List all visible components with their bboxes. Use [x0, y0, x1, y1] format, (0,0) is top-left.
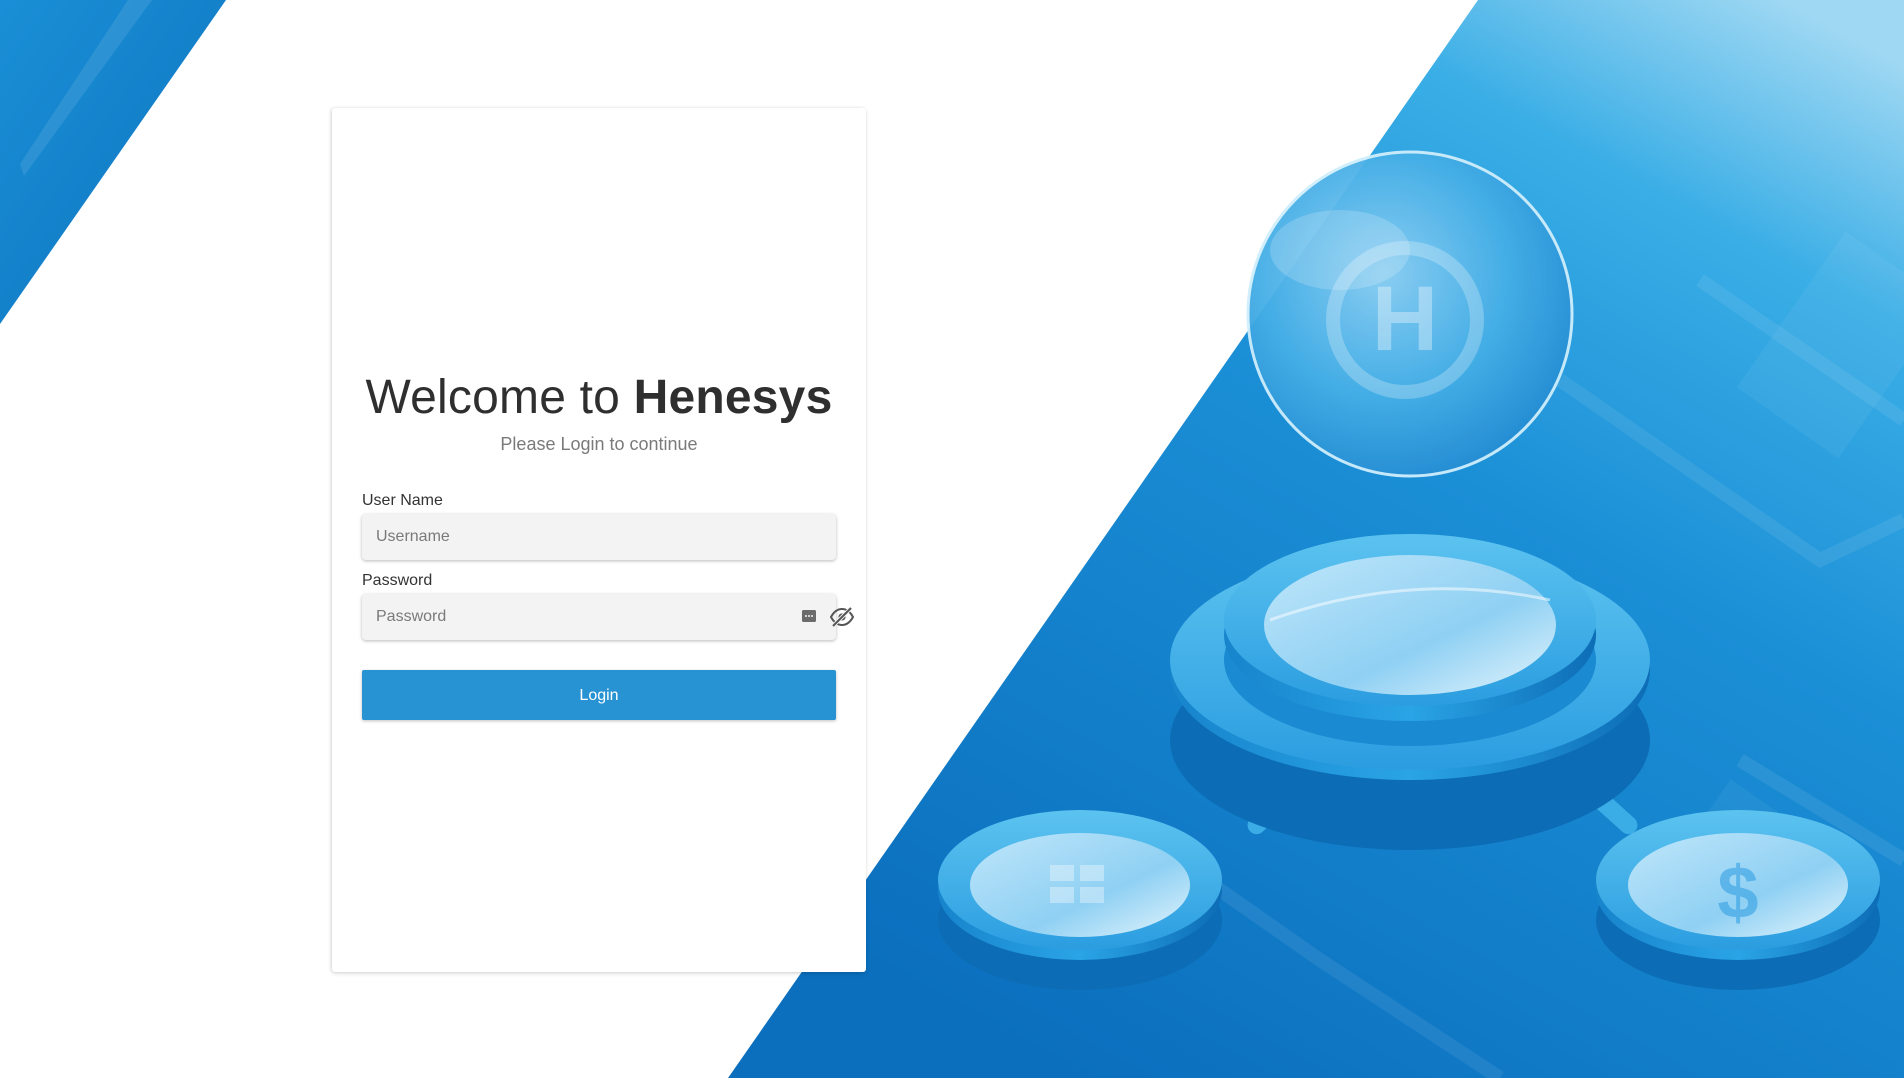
- central-lens: [1170, 534, 1650, 850]
- username-label: User Name: [362, 492, 443, 509]
- welcome-subtitle: Please Login to continue: [500, 434, 698, 454]
- left-lens: [938, 810, 1222, 990]
- username-input[interactable]: [362, 514, 836, 560]
- hero-illustration: H $: [938, 150, 1880, 990]
- password-field-container: [362, 594, 854, 640]
- login-card: Welcome to Henesys Please Login to conti…: [332, 108, 866, 972]
- svg-text:$: $: [1717, 851, 1758, 934]
- password-manager-icon[interactable]: [802, 610, 816, 622]
- welcome-title-brand: Henesys: [633, 371, 833, 424]
- welcome-title: Welcome to Henesys: [332, 370, 866, 425]
- password-label: Password: [362, 572, 433, 589]
- password-input[interactable]: [362, 594, 836, 640]
- eye-off-icon[interactable]: [830, 606, 854, 628]
- crystal-ball: H: [1246, 150, 1574, 478]
- right-lens: $: [1596, 810, 1880, 990]
- username-field-container: [362, 514, 836, 560]
- welcome-title-prefix: Welcome to: [365, 371, 621, 424]
- svg-text:H: H: [1372, 268, 1438, 370]
- login-button[interactable]: Login: [362, 670, 836, 720]
